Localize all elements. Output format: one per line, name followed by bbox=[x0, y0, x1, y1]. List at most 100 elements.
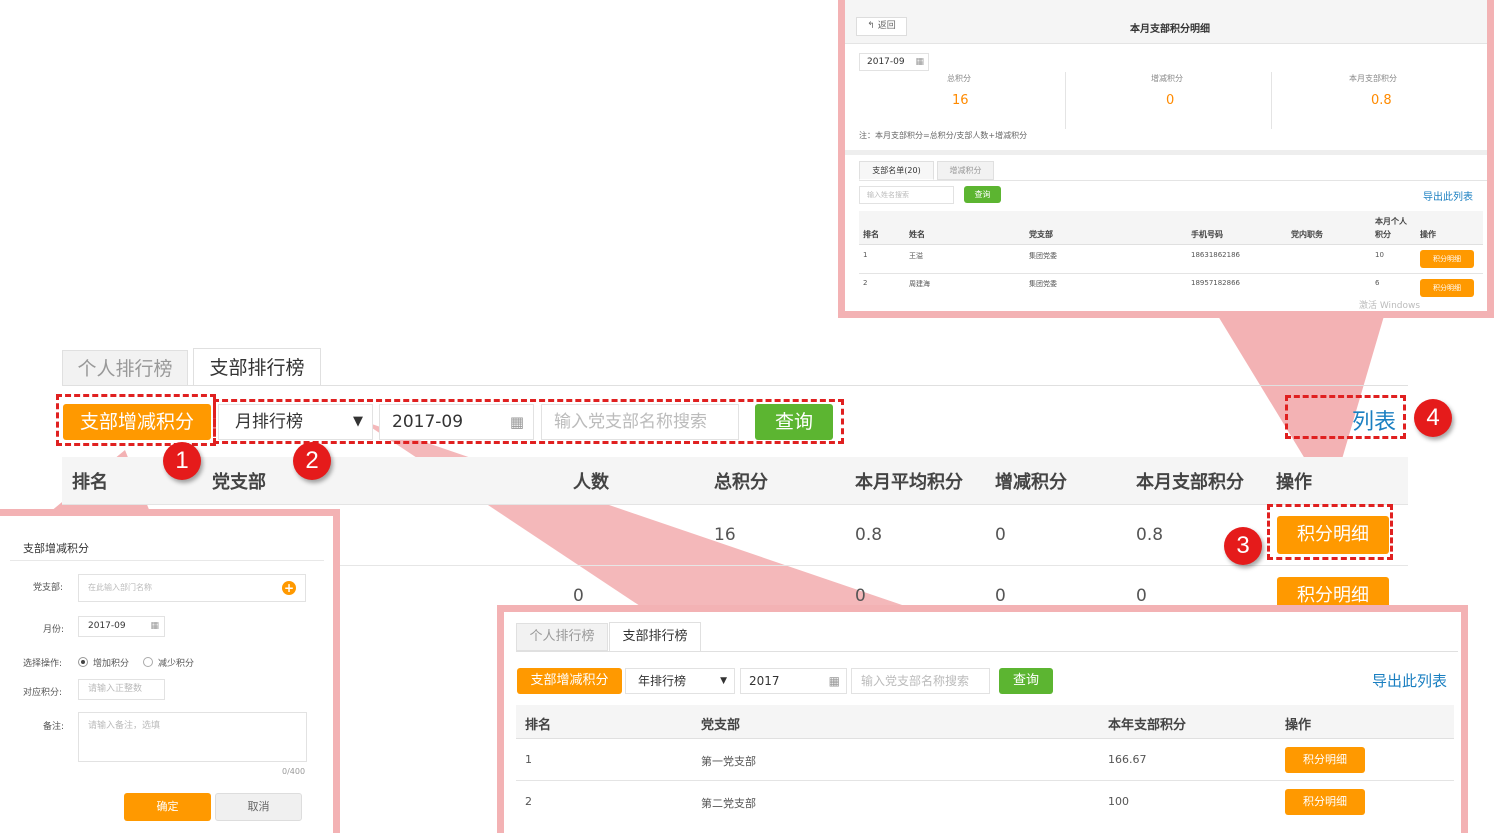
drow2-rank: 2 bbox=[863, 279, 868, 287]
row1-branch-score: 0.8 bbox=[1136, 525, 1164, 545]
drow2-branch: 集团党委 bbox=[1029, 280, 1057, 288]
dept-input[interactable]: 在此输入部门名称 + bbox=[78, 574, 306, 602]
drow1-phone: 18631862186 bbox=[1191, 251, 1240, 259]
back-button[interactable]: ↰ 返回 bbox=[856, 17, 907, 36]
detail-panel: ↰ 返回 本月支部积分明细 2017-09 ▦ 总积分 16 增减积分 0 本月… bbox=[838, 0, 1494, 318]
yearly-query-button[interactable]: 查询 bbox=[999, 668, 1053, 694]
name-search-input[interactable]: 输入姓名搜索 bbox=[859, 186, 954, 204]
tab-personal-ranking[interactable]: 个人排行榜 bbox=[62, 350, 188, 386]
radio-add-label: 增加积分 bbox=[93, 659, 130, 669]
stat-divider bbox=[1065, 72, 1066, 129]
drow1-rank: 1 bbox=[863, 251, 868, 259]
yrow1-detail-button[interactable]: 积分明细 bbox=[1285, 747, 1365, 773]
row1-adjust: 0 bbox=[995, 525, 1006, 545]
col-adjust: 增减积分 bbox=[995, 472, 1067, 493]
highlight-adjust bbox=[56, 394, 216, 446]
form-title: 支部增减积分 bbox=[23, 542, 89, 555]
yearly-period-select[interactable]: 年排行榜 ▼ bbox=[625, 668, 735, 694]
remark-textarea[interactable]: 请输入备注，选填 bbox=[78, 712, 307, 762]
yrow1-score: 166.67 bbox=[1108, 753, 1147, 766]
adjust-form-panel: 支部增减积分 党支部: 在此输入部门名称 + 月份: 2017-09 ▦ 选择操… bbox=[0, 509, 340, 833]
detail-export-link[interactable]: 导出此列表 bbox=[1423, 188, 1473, 203]
drow2-detail-button[interactable]: 积分明细 bbox=[1420, 279, 1474, 297]
radio-dot bbox=[81, 660, 85, 664]
dcol-role: 党内职务 bbox=[1291, 230, 1323, 239]
dcol-name: 姓名 bbox=[909, 230, 925, 239]
callout-badge-2: 2 bbox=[293, 442, 331, 480]
year-picker[interactable]: 2017 ▦ bbox=[740, 668, 847, 694]
drow1-detail-button[interactable]: 积分明细 bbox=[1420, 250, 1474, 268]
form-divider bbox=[10, 560, 324, 561]
drow2-name: 周建海 bbox=[909, 280, 930, 288]
row1-total: 16 bbox=[714, 525, 736, 545]
tab-branch-members[interactable]: 支部名单(20) bbox=[859, 161, 934, 180]
stat-divider bbox=[1271, 72, 1272, 129]
callout-badge-4: 4 bbox=[1414, 399, 1452, 437]
stat-total-label: 总积分 bbox=[947, 74, 971, 83]
callout-badge-3: 3 bbox=[1224, 527, 1262, 565]
ycol-branch: 党支部 bbox=[701, 718, 741, 733]
drow2-score: 6 bbox=[1375, 279, 1380, 287]
ycol-rank: 排名 bbox=[525, 718, 552, 733]
dcol-phone: 手机号码 bbox=[1191, 230, 1223, 239]
confirm-button[interactable]: 确定 bbox=[124, 793, 211, 821]
yrow2-score: 100 bbox=[1108, 795, 1129, 808]
tab-adjustments[interactable]: 增减积分 bbox=[937, 161, 994, 180]
drow1-name: 王溢 bbox=[909, 252, 923, 260]
ycol-action: 操作 bbox=[1285, 718, 1312, 733]
stat-total-value: 16 bbox=[952, 93, 969, 108]
dcol-score: 积分 bbox=[1375, 230, 1391, 239]
operation-label: 选择操作: bbox=[23, 659, 63, 669]
cancel-button[interactable]: 取消 bbox=[215, 793, 302, 821]
stat-branch-label: 本月支部积分 bbox=[1349, 74, 1397, 83]
stat-adjust-value: 0 bbox=[1166, 93, 1175, 108]
yearly-search-input[interactable]: 输入党支部名称搜索 bbox=[851, 668, 990, 694]
yrow2-detail-button[interactable]: 积分明细 bbox=[1285, 789, 1365, 815]
col-branch: 党支部 bbox=[212, 472, 266, 493]
radio-subtract[interactable] bbox=[143, 657, 153, 667]
dcol-monthly: 本月个人 bbox=[1375, 217, 1407, 226]
yearly-tab-branch[interactable]: 支部排行榜 bbox=[609, 622, 701, 652]
ycol-score: 本年支部积分 bbox=[1108, 718, 1187, 733]
form-month-picker[interactable]: 2017-09 ▦ bbox=[78, 616, 165, 637]
yearly-ranking-panel: 个人排行榜 支部排行榜 支部增减积分 年排行榜 ▼ 2017 ▦ 输入党支部名称… bbox=[497, 605, 1468, 833]
yearly-table-header bbox=[516, 705, 1454, 739]
col-branch-score: 本月支部积分 bbox=[1136, 472, 1244, 493]
yrow2-rank: 2 bbox=[525, 795, 532, 808]
tab-divider bbox=[859, 180, 1487, 181]
drow1-score: 10 bbox=[1375, 251, 1384, 259]
drow2-phone: 18957182866 bbox=[1191, 279, 1240, 287]
tab-branch-ranking[interactable]: 支部排行榜 bbox=[193, 348, 321, 386]
dcol-branch: 党支部 bbox=[1029, 230, 1053, 239]
row2-branch-score: 0 bbox=[1136, 586, 1147, 606]
add-circle-icon[interactable]: + bbox=[282, 581, 296, 595]
yearly-tab-personal[interactable]: 个人排行榜 bbox=[516, 623, 608, 651]
char-counter: 0/400 bbox=[282, 767, 306, 776]
radio-add[interactable] bbox=[78, 657, 88, 667]
yearly-adjust-button[interactable]: 支部增减积分 bbox=[517, 668, 622, 694]
score-input[interactable]: 请输入正整数 bbox=[78, 679, 165, 700]
row2-count: 0 bbox=[573, 586, 584, 606]
back-arrow-icon: ↰ bbox=[867, 21, 875, 31]
drow1-branch: 集团党委 bbox=[1029, 252, 1057, 260]
row2-adjust: 0 bbox=[995, 586, 1006, 606]
yearly-export-link[interactable]: 导出此列表 bbox=[1372, 670, 1447, 691]
calendar-icon: ▦ bbox=[150, 621, 159, 631]
col-count: 人数 bbox=[573, 472, 609, 493]
col-avg: 本月平均积分 bbox=[855, 472, 963, 493]
tab-divider bbox=[516, 651, 1458, 652]
section-divider bbox=[845, 150, 1487, 155]
highlight-filters bbox=[213, 399, 844, 444]
col-action: 操作 bbox=[1276, 472, 1312, 493]
row-divider bbox=[516, 780, 1454, 781]
calendar-icon: ▦ bbox=[828, 674, 840, 688]
activation-watermark: 激活 Windows bbox=[1359, 301, 1421, 311]
dcol-rank: 排名 bbox=[863, 230, 879, 239]
detail-query-button[interactable]: 查询 bbox=[964, 186, 1001, 203]
highlight-detail bbox=[1267, 504, 1393, 560]
chevron-down-icon: ▼ bbox=[720, 676, 727, 686]
detail-month-picker[interactable]: 2017-09 ▦ bbox=[859, 53, 929, 71]
callout-badge-1: 1 bbox=[163, 442, 201, 480]
row2-avg: 0 bbox=[855, 586, 866, 606]
calendar-icon: ▦ bbox=[915, 57, 924, 67]
